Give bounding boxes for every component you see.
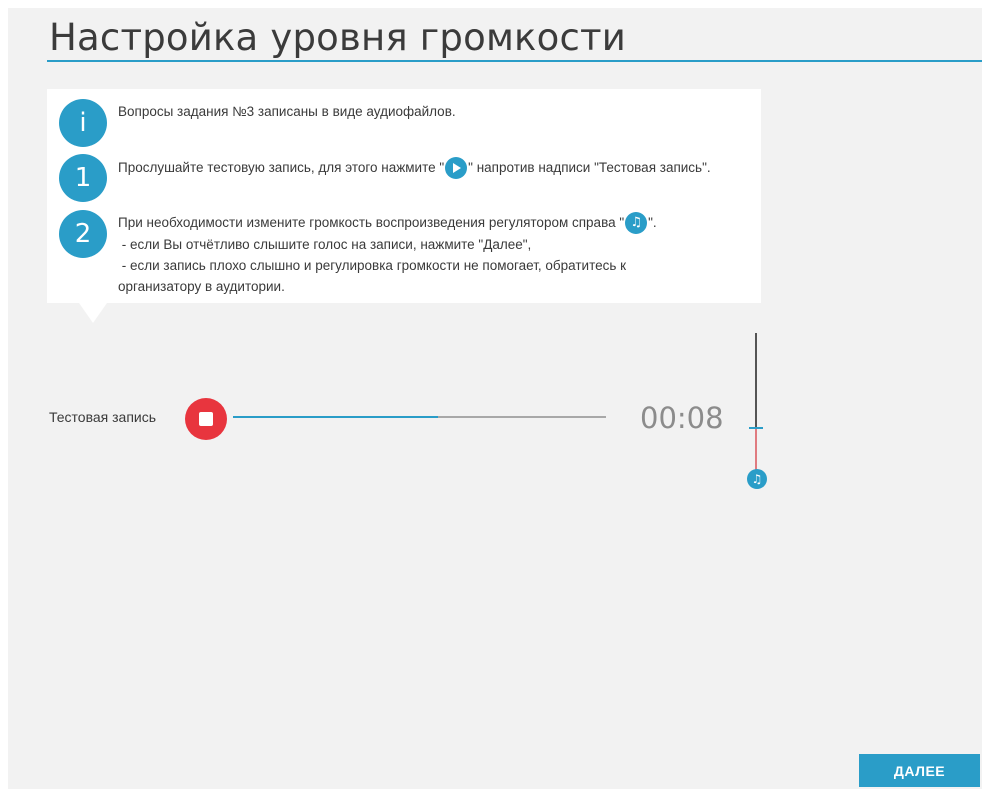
playback-progress-fill [233,416,439,418]
volume-music-note-icon[interactable]: ♫ [747,469,767,489]
info-step-marker: i [59,99,107,147]
next-button[interactable]: ДАЛЕЕ [859,754,980,787]
info-step-text: Вопросы задания №3 записаны в виде аудио… [118,101,456,122]
step-1-text-before: Прослушайте тестовую запись, для этого н… [118,160,445,175]
playback-progress-bar[interactable] [233,416,606,418]
step-2-text-after: ". [648,215,657,230]
instructions-box-pointer [79,303,107,323]
step-1-text: Прослушайте тестовую запись, для этого н… [118,157,711,180]
step-2-line-2: - если запись плохо слышно и регулировка… [118,258,627,274]
volume-slider-track[interactable] [755,333,757,428]
page-title: Настройка уровня громкости [49,16,626,59]
stop-button[interactable] [185,398,227,440]
volume-slider-fill [755,429,757,470]
music-note-icon: ♫ [625,212,648,235]
step-1-text-after: " напротив надписи "Тестовая запись". [468,160,711,175]
test-track-label: Тестовая запись [49,409,157,425]
play-icon [445,157,468,180]
step-2-line-1: - если Вы отчётливо слышите голос на зап… [118,237,532,253]
playback-time: 00:08 [640,401,724,435]
step-2-marker-label: 2 [74,219,92,249]
title-underline [47,60,982,62]
step-2-marker: 2 [59,210,107,258]
step-2-line-3: организатору в аудитории. [118,279,285,295]
step-2-text-before: При необходимости измените громкость вос… [118,215,625,230]
info-marker-label: i [79,108,87,138]
step-2-text: При необходимости измените громкость вос… [118,212,657,297]
stop-icon [199,412,213,426]
info-text: Вопросы задания №3 записаны в виде аудио… [118,104,456,119]
step-1-marker-label: 1 [74,163,92,193]
step-1-marker: 1 [59,154,107,202]
